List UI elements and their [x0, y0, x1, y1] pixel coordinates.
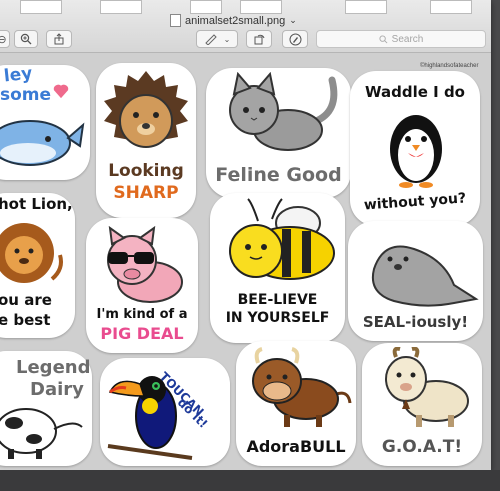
markup-button[interactable]: ⌄: [196, 30, 238, 48]
sticker-whale-line2: some: [0, 85, 52, 105]
sticker-bull-text: AdoraBULL: [246, 437, 346, 456]
watermark: ©highlandsofateacher: [420, 63, 479, 69]
sticker-whale-line1: ley: [2, 63, 34, 87]
bull-illustration: [252, 347, 352, 427]
sticker-bee-line2: IN YOURSELF: [225, 310, 330, 326]
pig-illustration: [107, 226, 183, 303]
sticker-cow-line2: Dairy: [30, 379, 84, 400]
lion-illustration: [0, 223, 63, 283]
thumbnail[interactable]: [345, 0, 387, 14]
search-icon: [379, 34, 388, 43]
sticker-cat: Feline Good: [206, 68, 351, 198]
rotate-button[interactable]: [246, 30, 272, 48]
thumbnail[interactable]: [20, 0, 62, 14]
sticker-lion: hot Lion, ou are e best: [0, 193, 75, 338]
sticker-cow: Legend Dairy: [0, 351, 92, 466]
preview-window: animalset2small.png ⌄ ⊖ ⌄ Search ©highla…: [0, 0, 491, 470]
chevron-down-icon: ⌄: [223, 34, 231, 44]
sticker-bee: BEE-LIEVE IN YOURSELF: [210, 193, 345, 343]
chevron-down-icon[interactable]: ⌄: [289, 15, 297, 26]
search-input[interactable]: Search: [316, 30, 486, 48]
whale-illustration: [0, 120, 85, 166]
sticker-pig: I'm kind of a PIG DEAL: [86, 218, 198, 353]
share-button[interactable]: [46, 30, 72, 48]
document-title-text: animalset2small.png: [185, 14, 286, 27]
sticker-penguin-line2: without you?: [363, 190, 467, 214]
sticker-toucan: TOUCAN do it!: [100, 358, 230, 466]
thumbnail[interactable]: [100, 0, 142, 14]
penguin-illustration: [390, 115, 442, 188]
sticker-cat-text: Feline Good: [215, 164, 342, 186]
zoom-in-icon: [20, 33, 32, 45]
sticker-bull: AdoraBULL: [236, 341, 356, 466]
annotate-button[interactable]: [282, 30, 308, 48]
sticker-pig-line2: PIG DEAL: [100, 324, 184, 343]
sticker-hedgehog-line1: Looking: [108, 161, 184, 181]
desktop-background: [0, 470, 500, 491]
thumbnail[interactable]: [190, 0, 222, 14]
sticker-hedgehog: Looking SHARP: [96, 63, 196, 218]
pen-icon: [204, 34, 217, 45]
heart-icon: [53, 84, 69, 99]
share-icon: [54, 33, 64, 45]
cat-illustration: [229, 72, 338, 151]
hedgehog-illustration: [104, 71, 188, 148]
title-bar: animalset2small.png ⌄ ⊖ ⌄ Search: [0, 0, 491, 53]
sticker-lion-line3: e best: [0, 311, 51, 329]
goat-illustration: [385, 347, 469, 427]
cow-illustration: [0, 408, 83, 459]
sticker-seal: SEAL-iously!: [348, 221, 483, 341]
file-icon: [170, 14, 181, 27]
sticker-penguin: Waddle I do without you?: [350, 71, 480, 226]
sticker-hedgehog-line2: SHARP: [113, 183, 179, 203]
search-placeholder: Search: [391, 33, 424, 45]
thumbnail[interactable]: [430, 0, 472, 14]
sidebar-button[interactable]: ⊖: [0, 30, 10, 48]
sticker-seal-text: SEAL-iously!: [362, 313, 469, 331]
seal-illustration: [372, 245, 479, 307]
sticker-lion-line2: ou are: [0, 291, 52, 309]
sticker-whale: ley some: [0, 63, 90, 180]
rotate-icon: [254, 34, 265, 45]
sticker-bee-line1: BEE-LIEVE: [237, 292, 318, 308]
sticker-penguin-line1: Waddle I do: [365, 83, 465, 101]
sticker-cow-line1: Legend: [16, 357, 91, 378]
sticker-goat-text: G.O.A.T!: [381, 437, 463, 457]
sticker-pig-line1: I'm kind of a: [96, 307, 188, 322]
markup-circle-icon: [289, 33, 301, 45]
toucan-illustration: [107, 376, 193, 460]
image-canvas: ©highlandsofateacher ley some Looking SH…: [0, 53, 491, 470]
sticker-lion-line1: hot Lion,: [0, 195, 73, 213]
bee-illustration: [229, 198, 335, 280]
thumbnail[interactable]: [240, 0, 282, 14]
sticker-goat: G.O.A.T!: [362, 343, 482, 466]
thumbnail-strip: [0, 0, 491, 14]
document-title[interactable]: animalset2small.png ⌄: [170, 14, 297, 27]
zoom-out-icon: ⊖: [0, 33, 7, 46]
zoom-in-button[interactable]: [14, 30, 38, 48]
